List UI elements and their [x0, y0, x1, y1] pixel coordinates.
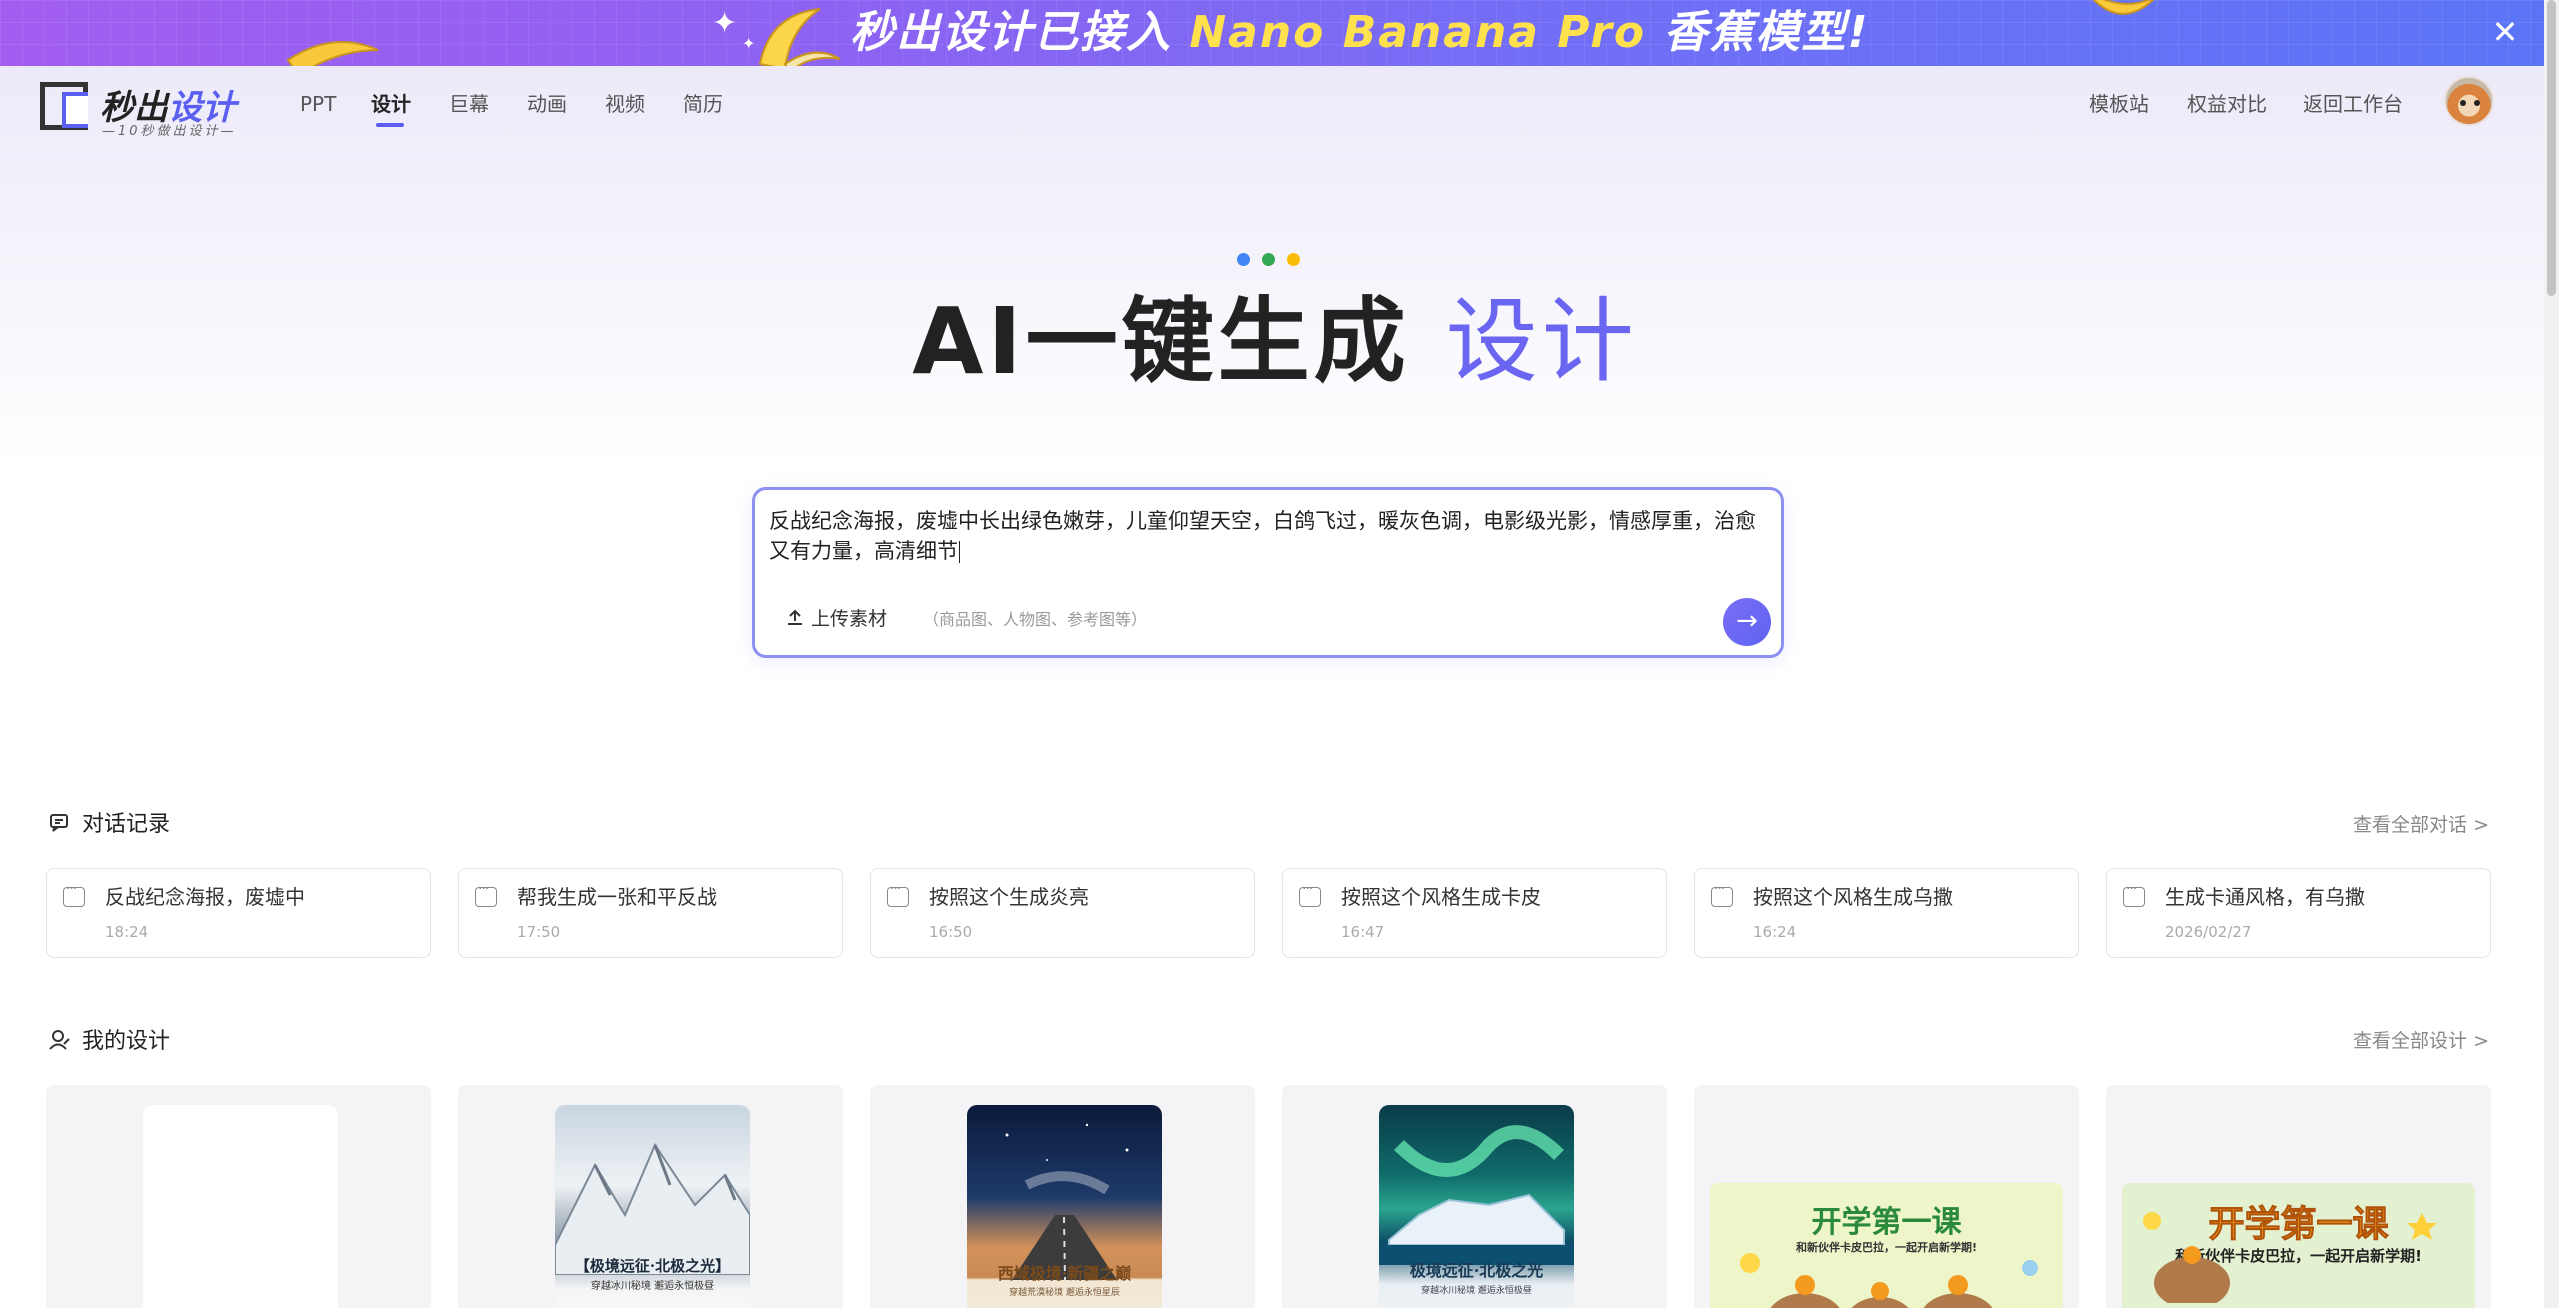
- close-icon[interactable]: ✕: [2487, 14, 2523, 50]
- top-nav: 秒出设计 —10秒做出设计— PPT 设计 巨幕 动画 视频 简历 模板站 权益…: [0, 66, 2544, 142]
- nav-item-design[interactable]: 设计: [371, 90, 411, 118]
- design-thumbnail-arctic: 【极境远征·北极之光】 穿越冰川秘境 邂逅永恒极昼: [555, 1105, 750, 1308]
- design-thumbnail-aurora: 极境远征·北极之光 穿越冰川秘境 邂逅永恒极昼: [1379, 1105, 1574, 1308]
- promo-banner[interactable]: ✦ ✦ 秒出设计已接入 Nano Banana Pro 香蕉模型! ✕: [0, 0, 2544, 66]
- conversation-time: 18:24: [105, 923, 149, 941]
- sparkle-icon: ✦: [712, 6, 738, 41]
- nav-item-ppt[interactable]: PPT: [300, 90, 336, 118]
- message-icon: [1299, 881, 1321, 907]
- desert-road-image: [1005, 1123, 1129, 1280]
- banana-icon: [2092, 0, 2155, 15]
- conversation-card[interactable]: 帮我生成一张和平反战 17:50: [458, 868, 843, 958]
- capybara-illustration: [2143, 1212, 2437, 1303]
- design-caption: 西域极境·新疆之巅: [997, 1264, 1132, 1283]
- banner-text: 秒出设计已接入 Nano Banana Pro 香蕉模型!: [850, 7, 1870, 58]
- conversation-time: 16:47: [1341, 923, 1385, 941]
- chevron-right-icon: >: [2473, 1030, 2489, 1052]
- conversation-title: 反战纪念海报，废墟中: [105, 885, 305, 909]
- mountain-image: [555, 1142, 750, 1275]
- logo-slogan: —10秒做出设计—: [102, 124, 237, 139]
- design-caption: 【极境远征·北极之光】: [574, 1257, 731, 1275]
- back-to-workspace-link[interactable]: 返回工作台: [2303, 90, 2403, 118]
- nav-item-video[interactable]: 视频: [605, 90, 645, 118]
- design-thumbnail-school-2: 开学第一课 和新伙伴卡皮巴拉，一起开启新学期!: [2122, 1183, 2475, 1308]
- logo-mark-accent: [62, 92, 88, 128]
- nav-active-indicator: [376, 123, 404, 127]
- template-site-link[interactable]: 模板站: [2089, 90, 2149, 118]
- dot-yellow: [1287, 253, 1300, 266]
- aurora-iceberg-image: [1379, 1125, 1574, 1265]
- design-thumbnail-blank: [143, 1105, 338, 1308]
- design-card[interactable]: 开学第一课 和新伙伴卡皮巴拉，一起开启新学期!: [1694, 1085, 2079, 1308]
- user-design-icon: [49, 1030, 70, 1050]
- design-card[interactable]: 【极境远征·北极之光】 穿越冰川秘境 邂逅永恒极昼: [458, 1085, 843, 1308]
- upload-material-button[interactable]: 上传素材: [785, 604, 887, 634]
- banana-icon: [758, 8, 841, 66]
- chat-history-icon: [50, 814, 68, 832]
- design-caption: 开学第一课: [1811, 1205, 1962, 1240]
- design-card[interactable]: 开学第一课 和新伙伴卡皮巴拉，一起开启新学期!: [2106, 1085, 2491, 1308]
- dot-green: [1262, 253, 1275, 266]
- design-card[interactable]: [46, 1085, 431, 1308]
- conversation-title: 帮我生成一张和平反战: [517, 885, 717, 909]
- capybara-illustration: [1740, 1253, 2038, 1308]
- conversation-card[interactable]: 反战纪念海报，废墟中 18:24: [46, 868, 431, 958]
- prompt-input-box[interactable]: 反战纪念海报，废墟中长出绿色嫩芽，儿童仰望天空，白鸽飞过，暖灰色调，电影级光影，…: [752, 487, 1784, 658]
- loading-dots: [1237, 253, 1301, 267]
- nav-item-screen[interactable]: 巨幕: [449, 90, 489, 118]
- hero-title: AI一键生成 设计: [912, 288, 1638, 395]
- prompt-textarea[interactable]: 反战纪念海报，废墟中长出绿色嫩芽，儿童仰望天空，白鸽飞过，暖灰色调，电影级光影，…: [769, 506, 1769, 566]
- benefits-compare-link[interactable]: 权益对比: [2187, 90, 2267, 118]
- logo[interactable]: 秒出设计 —10秒做出设计—: [40, 80, 260, 139]
- arrow-right-icon: →: [1736, 606, 1758, 636]
- message-icon: [1711, 881, 1733, 907]
- avatar[interactable]: [2444, 76, 2494, 126]
- conversation-time: 17:50: [517, 923, 561, 941]
- dot-blue: [1237, 253, 1250, 266]
- view-all-designs-link[interactable]: 查看全部设计 >: [2353, 1027, 2489, 1055]
- design-thumbnail-xinjiang: 西域极境·新疆之巅 穿越荒漠秘境 邂逅永恒星辰: [967, 1105, 1162, 1308]
- nav-item-resume[interactable]: 简历: [683, 90, 723, 118]
- conversation-time: 16:50: [929, 923, 973, 941]
- nav-item-animation[interactable]: 动画: [527, 90, 567, 118]
- scrollbar-thumb[interactable]: [2547, 0, 2556, 296]
- conversation-title: 按照这个风格生成卡皮: [1341, 885, 1541, 909]
- conversation-time: 2026/02/27: [2165, 923, 2252, 941]
- message-icon: [63, 881, 85, 907]
- avatar-eye: [2474, 100, 2480, 106]
- upload-hint: （商品图、人物图、参考图等）: [923, 610, 1148, 629]
- text-caret: [959, 541, 960, 563]
- history-section-title: 对话记录: [48, 810, 170, 840]
- upload-icon: [788, 609, 802, 625]
- conversation-card[interactable]: 按照这个风格生成乌撒 16:24: [1694, 868, 2079, 958]
- design-subcaption: 穿越荒漠秘境 邂逅永恒星辰: [1009, 1288, 1120, 1298]
- design-subcaption: 穿越冰川秘境 邂逅永恒极昼: [590, 1281, 715, 1292]
- design-caption: 极境远征·北极之光: [1409, 1261, 1544, 1280]
- design-subcaption: 穿越冰川秘境 邂逅永恒极昼: [1421, 1286, 1532, 1296]
- design-thumbnail-school-1: 开学第一课 和新伙伴卡皮巴拉，一起开启新学期!: [1710, 1183, 2063, 1308]
- avatar-eye: [2460, 100, 2466, 106]
- conversation-time: 16:24: [1753, 923, 1797, 941]
- conversation-card[interactable]: 生成卡通风格，有乌撒 2026/02/27: [2106, 868, 2491, 958]
- conversation-card[interactable]: 按照这个生成炎亮 16:50: [870, 868, 1255, 958]
- message-icon: [887, 881, 909, 907]
- banana-icon: [286, 41, 379, 66]
- view-all-conversations-link[interactable]: 查看全部对话 >: [2353, 811, 2489, 839]
- message-icon: [475, 881, 497, 907]
- chevron-right-icon: >: [2473, 814, 2489, 836]
- my-designs-section-title: 我的设计: [48, 1027, 170, 1057]
- design-card[interactable]: 极境远征·北极之光 穿越冰川秘境 邂逅永恒极昼: [1282, 1085, 1667, 1308]
- message-icon: [2123, 881, 2145, 907]
- conversation-card[interactable]: 按照这个风格生成卡皮 16:47: [1282, 868, 1667, 958]
- conversation-title: 生成卡通风格，有乌撒: [2165, 885, 2365, 909]
- design-card[interactable]: 西域极境·新疆之巅 穿越荒漠秘境 邂逅永恒星辰: [870, 1085, 1255, 1308]
- conversation-title: 按照这个风格生成乌撒: [1753, 885, 1953, 909]
- send-button[interactable]: →: [1723, 598, 1771, 646]
- conversation-title: 按照这个生成炎亮: [929, 885, 1089, 909]
